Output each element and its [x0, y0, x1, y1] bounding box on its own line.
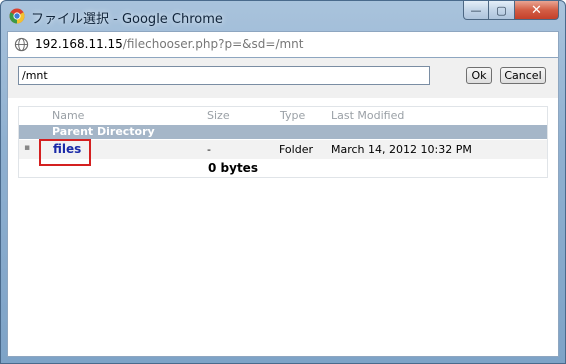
row-modified: March 14, 2012 10:32 PM	[331, 143, 472, 156]
window-controls: — ▢ ✕	[463, 1, 559, 21]
maximize-button[interactable]: ▢	[489, 1, 515, 20]
file-listing: Name Size Type Last Modified Parent Dire…	[18, 106, 548, 178]
url-path: /filechooser.php?p=&sd=/mnt	[122, 37, 304, 51]
page-content: Ok Cancel Name Size Type Last Modified P…	[7, 58, 559, 357]
url-host: 192.168.11.15	[35, 37, 123, 51]
address-bar[interactable]: 192.168.11.15/filechooser.php?p=&sd=/mnt	[7, 31, 559, 58]
path-input[interactable]	[18, 66, 430, 85]
total-size: 0 bytes	[208, 161, 258, 175]
window-title: ファイル選択 - Google Chrome	[31, 12, 223, 27]
chrome-icon	[9, 8, 25, 24]
parent-directory-row[interactable]: Parent Directory	[19, 125, 547, 139]
row-type: Folder	[279, 143, 313, 156]
minimize-button[interactable]: —	[463, 1, 489, 20]
close-button[interactable]: ✕	[515, 1, 559, 20]
column-type[interactable]: Type	[280, 109, 305, 122]
page-info-icon[interactable]	[14, 37, 29, 52]
title-bar[interactable]: ファイル選択 - Google Chrome — ▢ ✕	[1, 1, 565, 31]
path-toolbar: Ok Cancel	[8, 58, 558, 98]
column-last-modified[interactable]: Last Modified	[331, 109, 404, 122]
column-name[interactable]: Name	[52, 109, 84, 122]
column-header: Name Size Type Last Modified	[19, 107, 547, 125]
row-size: -	[207, 143, 211, 156]
url-text[interactable]: 192.168.11.15/filechooser.php?p=&sd=/mnt	[35, 37, 304, 51]
column-size[interactable]: Size	[207, 109, 230, 122]
cancel-button[interactable]: Cancel	[500, 67, 546, 84]
table-row[interactable]: ▪ files - Folder March 14, 2012 10:32 PM	[19, 140, 547, 159]
ok-button[interactable]: Ok	[466, 67, 492, 84]
browser-window: ファイル選択 - Google Chrome — ▢ ✕ 192.168.11.…	[0, 0, 566, 364]
folder-icon: ▪	[24, 143, 31, 153]
highlight-box	[39, 139, 91, 166]
parent-directory-label: Parent Directory	[52, 125, 155, 138]
